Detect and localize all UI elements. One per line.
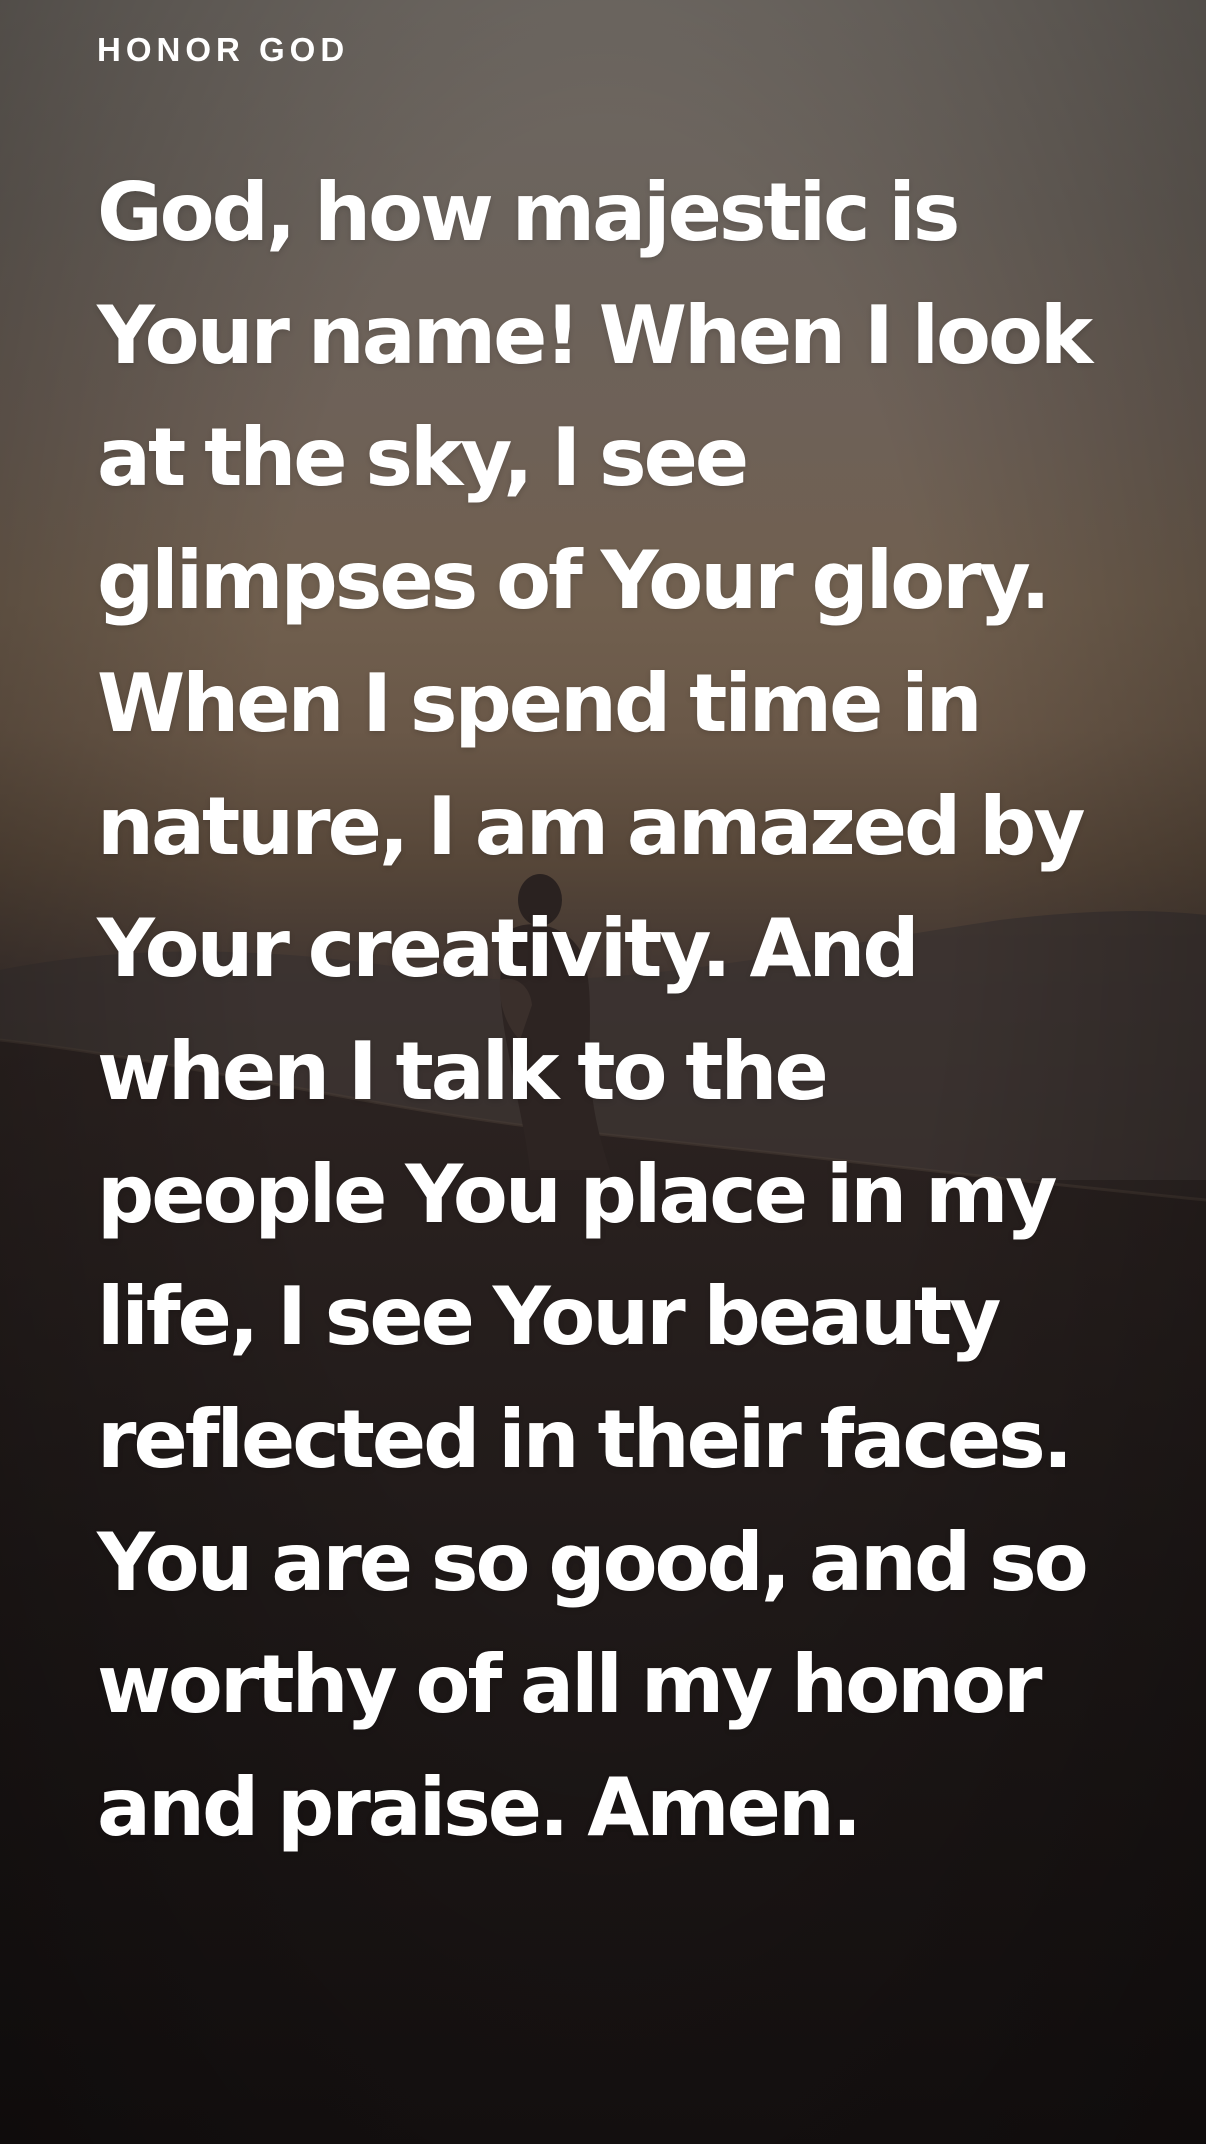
prayer-line: Your name! When I look: [97, 288, 1093, 382]
prayer-line: God, how majestic is: [97, 166, 960, 259]
prayer-line: Your creativity. And: [97, 902, 920, 996]
prayer-line: and praise. Amen.: [97, 1761, 862, 1855]
prayer-line: When I spend time in: [97, 656, 983, 750]
prayer-line: reflected in their faces.: [97, 1393, 1073, 1487]
prayer-screen: HONOR GOD God, how majestic is Your name…: [0, 0, 1206, 2144]
category-label: HONOR GOD: [97, 31, 350, 68]
prayer-line: at the sky, I see: [97, 411, 749, 505]
prayer-line: people You place in my: [97, 1147, 1058, 1241]
prayer-line: worthy of all my honor: [97, 1638, 1042, 1732]
prayer-line: You are so good, and so: [97, 1515, 1089, 1609]
prayer-line: nature, I am amazed by: [97, 779, 1086, 873]
prayer-line: life, I see Your beauty: [97, 1270, 1001, 1364]
prayer-text: God, how majestic is Your name! When I l…: [97, 152, 1117, 1870]
prayer-line: glimpses of Your glory.: [97, 534, 1051, 628]
prayer-line: when I talk to the: [97, 1024, 829, 1118]
